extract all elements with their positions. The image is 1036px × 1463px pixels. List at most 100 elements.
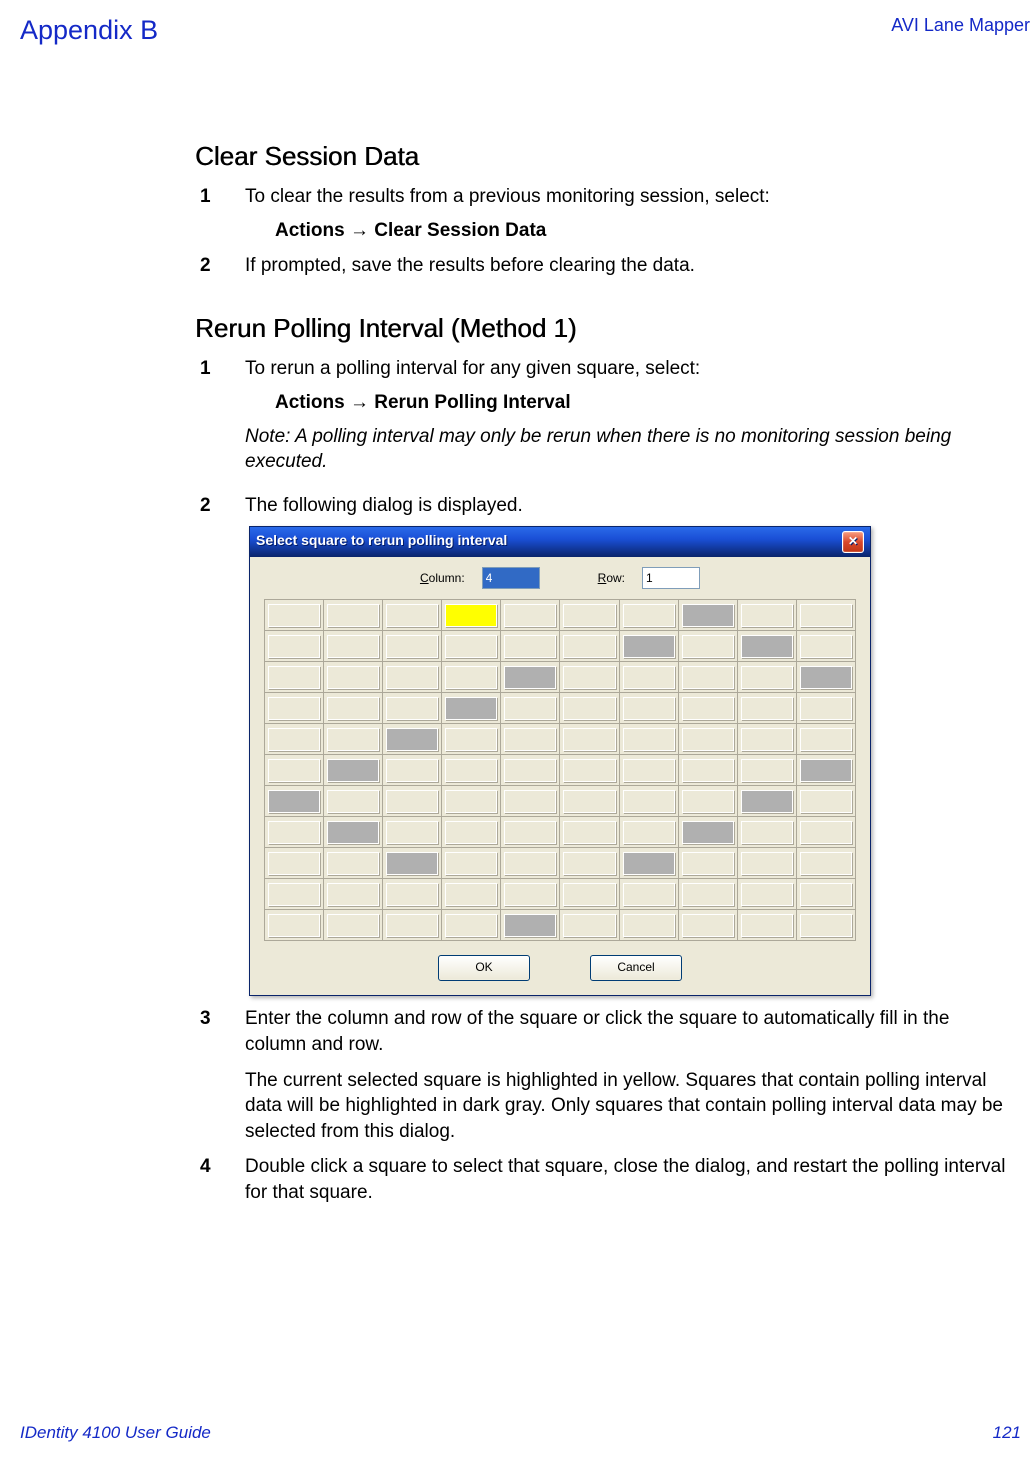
- square-grid[interactable]: [264, 599, 856, 941]
- grid-cell[interactable]: [268, 697, 320, 720]
- grid-cell[interactable]: [563, 914, 615, 937]
- grid-cell[interactable]: [445, 635, 497, 658]
- grid-cell[interactable]: [741, 821, 793, 844]
- grid-cell[interactable]: [563, 759, 615, 782]
- grid-cell[interactable]: [741, 666, 793, 689]
- grid-cell[interactable]: [445, 914, 497, 937]
- grid-cell[interactable]: [563, 604, 615, 627]
- grid-cell[interactable]: [327, 728, 379, 751]
- grid-cell[interactable]: [682, 635, 734, 658]
- grid-cell[interactable]: [623, 635, 675, 658]
- grid-cell[interactable]: [504, 852, 556, 875]
- grid-cell[interactable]: [623, 821, 675, 844]
- grid-cell[interactable]: [741, 914, 793, 937]
- grid-cell[interactable]: [623, 604, 675, 627]
- grid-cell[interactable]: [445, 821, 497, 844]
- grid-cell[interactable]: [682, 821, 734, 844]
- grid-cell[interactable]: [563, 728, 615, 751]
- grid-cell[interactable]: [386, 914, 438, 937]
- grid-cell[interactable]: [445, 883, 497, 906]
- grid-cell[interactable]: [327, 790, 379, 813]
- grid-cell[interactable]: [327, 821, 379, 844]
- grid-cell[interactable]: [741, 635, 793, 658]
- grid-cell[interactable]: [386, 852, 438, 875]
- grid-cell[interactable]: [623, 790, 675, 813]
- grid-cell[interactable]: [386, 697, 438, 720]
- grid-cell[interactable]: [563, 821, 615, 844]
- grid-cell[interactable]: [563, 790, 615, 813]
- grid-cell[interactable]: [327, 852, 379, 875]
- column-input[interactable]: [482, 567, 540, 589]
- grid-cell[interactable]: [445, 604, 497, 627]
- grid-cell[interactable]: [504, 666, 556, 689]
- grid-cell[interactable]: [504, 759, 556, 782]
- grid-cell[interactable]: [386, 604, 438, 627]
- grid-cell[interactable]: [268, 728, 320, 751]
- grid-cell[interactable]: [445, 852, 497, 875]
- grid-cell[interactable]: [504, 790, 556, 813]
- grid-cell[interactable]: [268, 759, 320, 782]
- grid-cell[interactable]: [504, 821, 556, 844]
- grid-cell[interactable]: [445, 759, 497, 782]
- grid-cell[interactable]: [504, 604, 556, 627]
- grid-cell[interactable]: [386, 635, 438, 658]
- grid-cell[interactable]: [327, 759, 379, 782]
- grid-cell[interactable]: [741, 852, 793, 875]
- grid-cell[interactable]: [327, 604, 379, 627]
- grid-cell[interactable]: [386, 821, 438, 844]
- grid-cell[interactable]: [800, 821, 852, 844]
- grid-cell[interactable]: [800, 914, 852, 937]
- grid-cell[interactable]: [682, 666, 734, 689]
- grid-cell[interactable]: [682, 914, 734, 937]
- grid-cell[interactable]: [741, 790, 793, 813]
- grid-cell[interactable]: [327, 914, 379, 937]
- ok-button[interactable]: OK: [438, 955, 530, 981]
- grid-cell[interactable]: [682, 759, 734, 782]
- grid-cell[interactable]: [563, 883, 615, 906]
- grid-cell[interactable]: [563, 666, 615, 689]
- grid-cell[interactable]: [563, 697, 615, 720]
- grid-cell[interactable]: [268, 790, 320, 813]
- grid-cell[interactable]: [268, 635, 320, 658]
- grid-cell[interactable]: [327, 635, 379, 658]
- grid-cell[interactable]: [386, 728, 438, 751]
- grid-cell[interactable]: [623, 852, 675, 875]
- grid-cell[interactable]: [563, 635, 615, 658]
- grid-cell[interactable]: [445, 666, 497, 689]
- grid-cell[interactable]: [741, 728, 793, 751]
- grid-cell[interactable]: [268, 852, 320, 875]
- grid-cell[interactable]: [800, 728, 852, 751]
- grid-cell[interactable]: [623, 697, 675, 720]
- grid-cell[interactable]: [268, 604, 320, 627]
- grid-cell[interactable]: [504, 883, 556, 906]
- grid-cell[interactable]: [682, 790, 734, 813]
- grid-cell[interactable]: [800, 635, 852, 658]
- grid-cell[interactable]: [800, 759, 852, 782]
- grid-cell[interactable]: [386, 666, 438, 689]
- grid-cell[interactable]: [445, 697, 497, 720]
- grid-cell[interactable]: [504, 635, 556, 658]
- grid-cell[interactable]: [741, 759, 793, 782]
- grid-cell[interactable]: [327, 697, 379, 720]
- grid-cell[interactable]: [682, 604, 734, 627]
- close-icon[interactable]: ✕: [842, 531, 864, 553]
- grid-cell[interactable]: [800, 852, 852, 875]
- grid-cell[interactable]: [682, 697, 734, 720]
- grid-cell[interactable]: [386, 759, 438, 782]
- grid-cell[interactable]: [386, 883, 438, 906]
- grid-cell[interactable]: [504, 914, 556, 937]
- grid-cell[interactable]: [741, 604, 793, 627]
- grid-cell[interactable]: [445, 728, 497, 751]
- grid-cell[interactable]: [386, 790, 438, 813]
- grid-cell[interactable]: [623, 759, 675, 782]
- grid-cell[interactable]: [268, 666, 320, 689]
- grid-cell[interactable]: [682, 728, 734, 751]
- grid-cell[interactable]: [800, 790, 852, 813]
- grid-cell[interactable]: [623, 728, 675, 751]
- grid-cell[interactable]: [327, 666, 379, 689]
- grid-cell[interactable]: [800, 604, 852, 627]
- grid-cell[interactable]: [741, 883, 793, 906]
- grid-cell[interactable]: [741, 697, 793, 720]
- grid-cell[interactable]: [268, 821, 320, 844]
- grid-cell[interactable]: [268, 914, 320, 937]
